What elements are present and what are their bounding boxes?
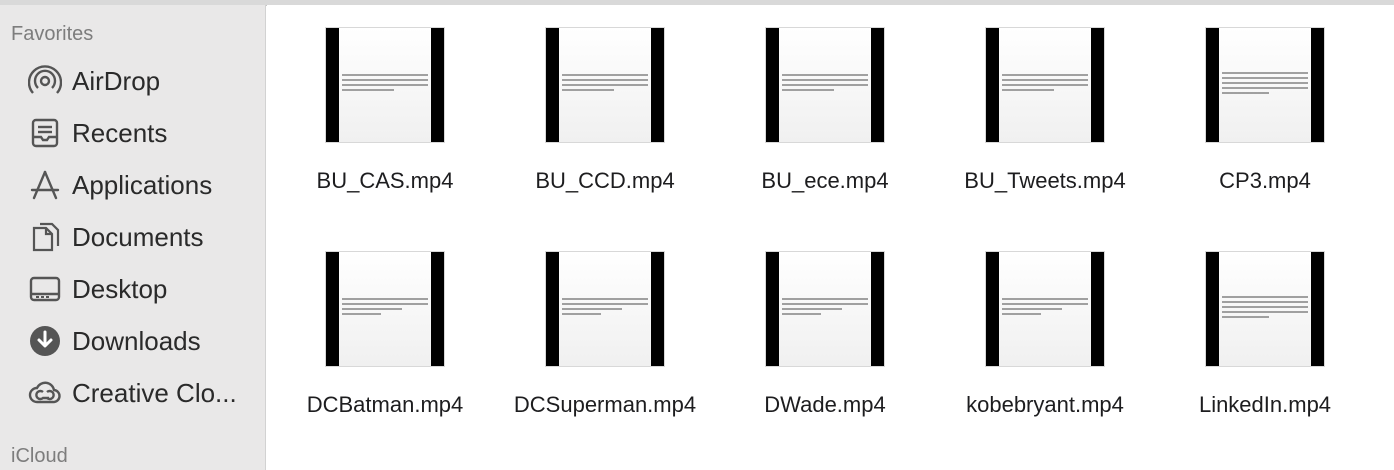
favorites-section-title: Favorites (11, 23, 94, 45)
sidebar-item-label: Creative Clo... (72, 377, 237, 408)
video-thumbnail (545, 251, 665, 367)
file-item[interactable]: kobebryant.mp4 (940, 251, 1150, 420)
file-item[interactable]: DCSuperman.mp4 (500, 251, 710, 420)
file-item[interactable]: LinkedIn.mp4 (1160, 251, 1370, 420)
sidebar-item-downloads[interactable]: Downloads (26, 321, 256, 361)
video-thumbnail (545, 27, 665, 143)
sidebar-item-recents[interactable]: Recents (26, 113, 256, 153)
sidebar-item-label: Documents (72, 221, 204, 252)
video-thumbnail (1205, 251, 1325, 367)
file-name: DWade.mp4 (764, 392, 886, 417)
file-item[interactable]: BU_CAS.mp4 (280, 27, 490, 196)
sidebar-item-label: Downloads (72, 325, 201, 356)
sidebar-item-documents[interactable]: Documents (26, 217, 256, 257)
sidebar: Favorites AirDrop Recents Applications D… (0, 5, 266, 470)
icloud-section-title: iCloud (11, 445, 68, 467)
video-thumbnail (765, 27, 885, 143)
file-name: DCBatman.mp4 (306, 392, 464, 417)
file-grid: BU_CAS.mp4 BU_CCD.mp4 BU_ece.mp4 BU_Twee… (267, 5, 1394, 470)
airdrop-icon (26, 62, 64, 100)
file-name: LinkedIn.mp4 (1198, 392, 1332, 417)
downloads-icon (26, 322, 64, 360)
file-name: DCSuperman.mp4 (513, 392, 697, 417)
recents-icon (26, 114, 64, 152)
file-name: BU_ece.mp4 (761, 168, 889, 193)
sidebar-item-label: AirDrop (72, 65, 161, 96)
video-thumbnail (1205, 27, 1325, 143)
video-thumbnail (325, 251, 445, 367)
file-item[interactable]: BU_ece.mp4 (720, 27, 930, 196)
file-name: kobebryant.mp4 (966, 392, 1124, 417)
file-name: BU_CAS.mp4 (316, 168, 454, 193)
documents-icon (26, 218, 64, 256)
file-item[interactable]: DWade.mp4 (720, 251, 930, 420)
file-name: CP3.mp4 (1219, 168, 1311, 193)
video-thumbnail (325, 27, 445, 143)
video-thumbnail (985, 27, 1105, 143)
file-name: BU_CCD.mp4 (535, 168, 675, 193)
sidebar-item-airdrop[interactable]: AirDrop (26, 61, 256, 101)
sidebar-item-desktop[interactable]: Desktop (26, 269, 256, 309)
sidebar-item-label: Recents (72, 117, 168, 148)
file-item[interactable]: DCBatman.mp4 (280, 251, 490, 420)
video-thumbnail (765, 251, 885, 367)
sidebar-item-creative-cloud[interactable]: Creative Clo... (26, 373, 256, 413)
sidebar-item-label: Applications (72, 169, 213, 200)
sidebar-item-applications[interactable]: Applications (26, 165, 256, 205)
sidebar-item-label: Desktop (72, 273, 168, 304)
file-item[interactable]: CP3.mp4 (1160, 27, 1370, 196)
file-item[interactable]: BU_CCD.mp4 (500, 27, 710, 196)
desktop-icon (26, 270, 64, 308)
creative-cloud-icon (26, 374, 64, 412)
video-thumbnail (985, 251, 1105, 367)
file-item[interactable]: BU_Tweets.mp4 (940, 27, 1150, 196)
applications-icon (26, 166, 64, 204)
file-name: BU_Tweets.mp4 (964, 168, 1126, 193)
